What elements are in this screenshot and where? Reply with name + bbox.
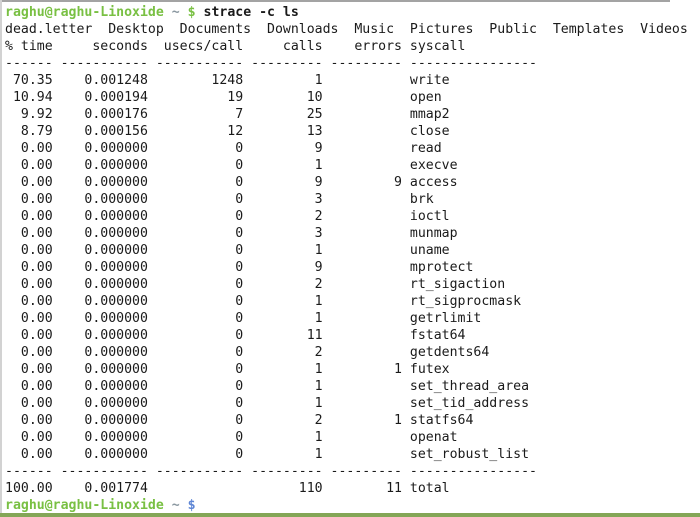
strace-row: 0.00 0.000000 0 1 1 futex xyxy=(5,361,700,378)
strace-row: 0.00 0.000000 0 2 1 statfs64 xyxy=(5,412,700,429)
strace-row: 9.92 0.000176 7 25 mmap2 xyxy=(5,106,700,123)
ls-output-line: dead.letter Desktop Documents Downloads … xyxy=(5,21,700,38)
strace-row: 0.00 0.000000 0 11 fstat64 xyxy=(5,327,700,344)
strace-row: 0.00 0.000000 0 3 munmap xyxy=(5,225,700,242)
typed-command: strace -c ls xyxy=(204,5,299,20)
prompt-dollar: $ xyxy=(188,5,204,20)
strace-row: 0.00 0.000000 0 9 mprotect xyxy=(5,259,700,276)
strace-row: 0.00 0.000000 0 9 9 access xyxy=(5,174,700,191)
strace-row: 0.00 0.000000 0 1 set_robust_list xyxy=(5,446,700,463)
strace-row: 0.00 0.000000 0 3 brk xyxy=(5,191,700,208)
strace-row: 10.94 0.000194 19 10 open xyxy=(5,89,700,106)
strace-row: 0.00 0.000000 0 2 rt_sigaction xyxy=(5,276,700,293)
strace-row: 0.00 0.000000 0 1 execve xyxy=(5,157,700,174)
strace-row: 0.00 0.000000 0 2 getdents64 xyxy=(5,344,700,361)
prompt-dollar: $ xyxy=(188,498,196,513)
strace-row: 0.00 0.000000 0 1 getrlimit xyxy=(5,310,700,327)
prompt-user-host: raghu@raghu-Linoxide xyxy=(5,5,164,20)
prompt-line-final[interactable]: raghu@raghu-Linoxide ~ $ xyxy=(5,497,700,513)
strace-total-row: 100.00 0.001774 110 11 total xyxy=(5,480,700,497)
prompt-cwd: ~ xyxy=(164,498,188,513)
prompt-line-initial: raghu@raghu-Linoxide ~ $ strace -c ls xyxy=(5,4,700,21)
strace-divider-bottom: ------ ----------- ----------- ---------… xyxy=(5,463,700,480)
strace-row: 0.00 0.000000 0 9 read xyxy=(5,140,700,157)
strace-divider-top: ------ ----------- ----------- ---------… xyxy=(5,55,700,72)
strace-row: 70.35 0.001248 1248 1 write xyxy=(5,72,700,89)
strace-row: 0.00 0.000000 0 1 rt_sigprocmask xyxy=(5,293,700,310)
terminal-screen[interactable]: raghu@raghu-Linoxide ~ $ strace -c ls de… xyxy=(2,2,700,513)
strace-row: 0.00 0.000000 0 2 ioctl xyxy=(5,208,700,225)
strace-row: 0.00 0.000000 0 1 openat xyxy=(5,429,700,446)
prompt-user-host: raghu@raghu-Linoxide xyxy=(5,498,164,513)
strace-rows-container: 70.35 0.001248 1248 1 write 10.94 0.0001… xyxy=(5,72,700,463)
prompt-cwd: ~ xyxy=(164,5,188,20)
strace-row: 0.00 0.000000 0 1 uname xyxy=(5,242,700,259)
window-edge-bottom xyxy=(0,513,700,517)
strace-row: 0.00 0.000000 0 1 set_thread_area xyxy=(5,378,700,395)
strace-row: 8.79 0.000156 12 13 close xyxy=(5,123,700,140)
strace-table-header: % time seconds usecs/call calls errors s… xyxy=(5,38,700,55)
strace-row: 0.00 0.000000 0 1 set_tid_address xyxy=(5,395,700,412)
